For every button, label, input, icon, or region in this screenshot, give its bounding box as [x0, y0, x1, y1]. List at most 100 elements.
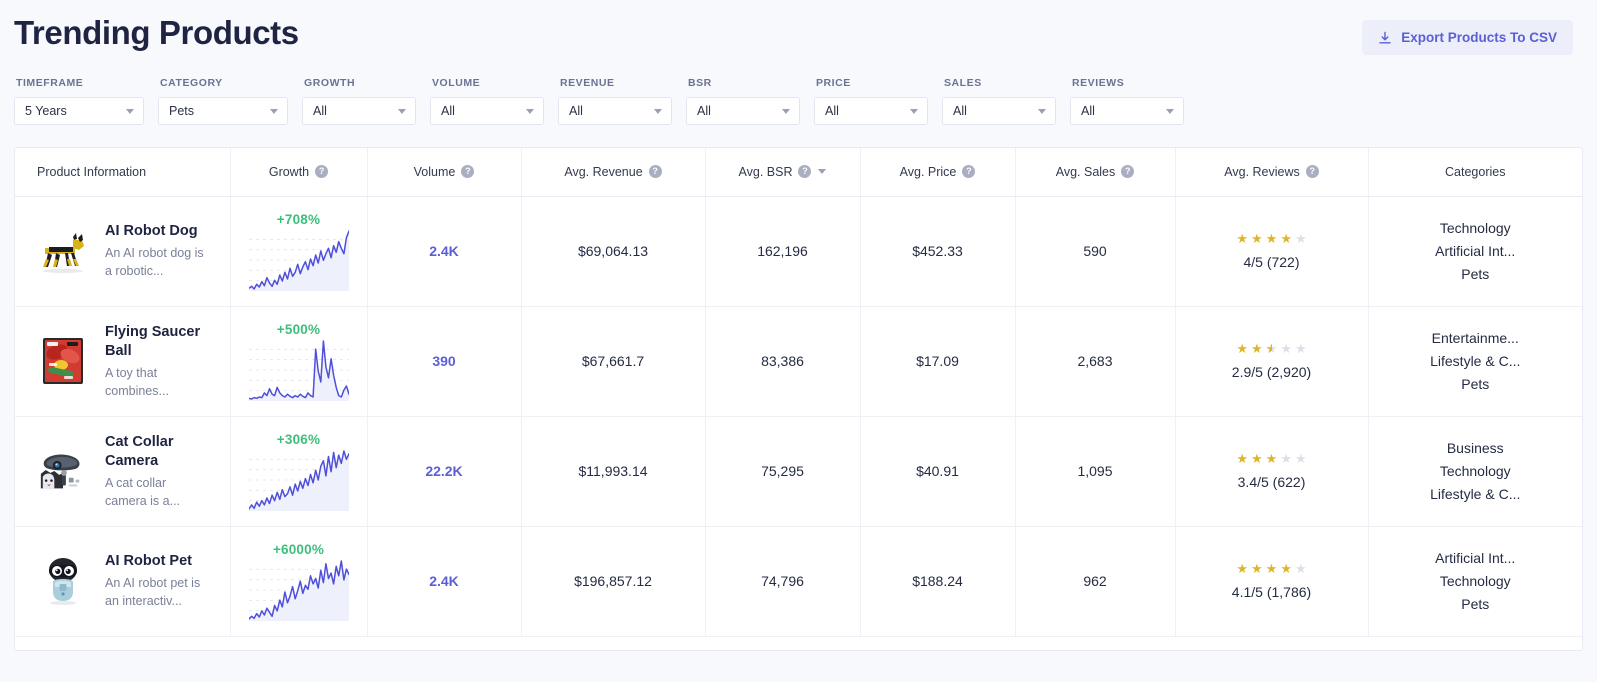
filter-select-timeframe[interactable]: 5 Years — [14, 97, 144, 125]
chevron-down-icon — [782, 109, 790, 114]
avg-reviews-cell: ★ ★ ★ ★ ★ 3.4/5 (622) — [1175, 416, 1369, 527]
filter-label: SALES — [944, 77, 982, 89]
filter-value: All — [569, 104, 583, 118]
product-description: A cat collar camera is a... — [105, 475, 181, 508]
avg-reviews-cell: ★★★★★2.9/5 (2,920) — [1175, 306, 1369, 417]
trending-products-page: Trending Products Export Products To CSV… — [0, 0, 1597, 682]
column-header-avg-revenue[interactable]: Avg. Revenue? — [521, 148, 706, 197]
volume-cell[interactable]: 2.4K — [367, 526, 522, 637]
product-information-cell[interactable]: Flying Saucer Ball A toy that combines... — [15, 306, 231, 417]
category-list: Artificial Int... Technology Pets — [1375, 550, 1577, 612]
filter-select-volume[interactable]: All — [430, 97, 544, 125]
page-header: Trending Products Export Products To CSV — [0, 0, 1597, 55]
table-row[interactable]: Flying Saucer Ball A toy that combines...… — [15, 306, 1582, 417]
star-icon: ★ — [1236, 561, 1249, 576]
growth-percentage: +708% — [276, 211, 321, 227]
avg-price-cell: $452.33 — [860, 196, 1016, 307]
product-description: An AI robot pet is an interactiv... — [105, 576, 201, 608]
filter-volume: VOLUME All — [430, 77, 544, 125]
avg-price-cell: $188.24 — [860, 526, 1016, 637]
star-icon: ★ — [1294, 561, 1307, 576]
table-row[interactable]: AI Robot Dog An AI robot dog is a robotic… — [15, 196, 1582, 307]
export-products-to-csv-button[interactable]: Export Products To CSV — [1362, 20, 1573, 55]
filter-select-sales[interactable]: All — [942, 97, 1056, 125]
help-icon[interactable]: ? — [798, 165, 812, 179]
column-header-categories[interactable]: Categories — [1368, 148, 1582, 197]
category-label: Pets — [1461, 266, 1490, 282]
help-icon[interactable]: ? — [1121, 165, 1135, 179]
chevron-down-icon — [1038, 109, 1046, 114]
star-icon: ★ — [1280, 451, 1292, 466]
table-row[interactable]: AI Robot Pet An AI robot pet is an intera… — [15, 526, 1582, 637]
filter-reviews: REVIEWS All — [1070, 77, 1184, 125]
star-icon: ★ — [1294, 341, 1307, 356]
help-icon[interactable]: ? — [648, 165, 662, 179]
avg-bsr-cell: 75,295 — [705, 416, 861, 527]
cat-collar-camera-thumbnail — [37, 445, 89, 497]
product-name[interactable]: Flying Saucer Ball — [105, 323, 224, 361]
column-header-volume[interactable]: Volume? — [367, 148, 522, 197]
star-icon: ★ — [1280, 561, 1292, 576]
avg-revenue-cell: $67,661.7 — [521, 306, 706, 417]
volume-cell[interactable]: 2.4K — [367, 196, 522, 307]
product-name[interactable]: Cat Collar Camera — [105, 433, 224, 471]
product-information-cell[interactable]: Cat Collar Camera A cat collar camera is … — [15, 416, 231, 527]
help-icon[interactable]: ? — [1305, 165, 1319, 179]
growth-cell: +500% — [230, 306, 368, 417]
filter-select-bsr[interactable]: All — [686, 97, 800, 125]
column-header-label: Volume — [413, 164, 456, 179]
column-header-avg-reviews[interactable]: Avg. Reviews? — [1175, 148, 1369, 197]
volume-cell[interactable]: 22.2K — [367, 416, 522, 527]
category-list: Technology Artificial Int... Pets — [1375, 220, 1577, 282]
download-icon — [1378, 31, 1392, 45]
avg-revenue-cell: $196,857.12 — [521, 526, 706, 637]
filter-label: REVIEWS — [1072, 77, 1125, 89]
column-header-avg-sales[interactable]: Avg. Sales? — [1015, 148, 1176, 197]
filter-bar: TIMEFRAME 5 Years CATEGORY Pets GROWTH All VOL… — [0, 55, 1597, 125]
column-header-growth[interactable]: Growth? — [230, 148, 368, 197]
chevron-down-icon — [1166, 109, 1174, 114]
product-name[interactable]: AI Robot Dog — [105, 222, 209, 241]
filter-value: All — [953, 104, 967, 118]
filter-select-revenue[interactable]: All — [558, 97, 672, 125]
help-icon[interactable]: ? — [461, 165, 475, 179]
growth-percentage: +306% — [276, 431, 321, 447]
column-header-label: Avg. BSR — [738, 164, 793, 179]
filter-select-growth[interactable]: All — [302, 97, 416, 125]
column-header-avg-bsr[interactable]: Avg. BSR? — [705, 148, 861, 197]
filter-select-price[interactable]: All — [814, 97, 928, 125]
chevron-down-icon — [654, 109, 662, 114]
product-information-cell[interactable]: AI Robot Dog An AI robot dog is a robotic… — [15, 196, 231, 307]
products-table: Product Information Growth? Volume? Avg. Re… — [15, 148, 1582, 637]
column-header-avg-price[interactable]: Avg. Price? — [860, 148, 1016, 197]
categories-cell: Business Technology Lifestyle & C... — [1368, 416, 1582, 527]
table-header: Product Information Growth? Volume? Avg. Re… — [15, 148, 1582, 197]
help-icon[interactable]: ? — [315, 165, 329, 179]
filter-value: All — [441, 104, 455, 118]
flying-saucer-ball-thumbnail — [37, 335, 89, 387]
product-information-cell[interactable]: AI Robot Pet An AI robot pet is an intera… — [15, 526, 231, 637]
sort-descending-icon[interactable] — [818, 169, 827, 175]
growth-cell: +6000% — [230, 526, 368, 637]
filter-select-reviews[interactable]: All — [1070, 97, 1184, 125]
page-title: Trending Products — [14, 14, 299, 51]
filter-value: All — [825, 104, 839, 118]
categories-cell: Technology Artificial Int... Pets — [1368, 196, 1582, 307]
table-body: AI Robot Dog An AI robot dog is a robotic… — [15, 196, 1582, 637]
volume-cell[interactable]: 390 — [367, 306, 522, 417]
product-description: A toy that combines... — [105, 365, 169, 398]
filter-timeframe: TIMEFRAME 5 Years — [14, 77, 144, 125]
star-rating: ★ ★ ★ ★ ★ — [1236, 562, 1306, 575]
column-header-product-information[interactable]: Product Information — [15, 148, 231, 197]
column-header-label: Growth — [268, 164, 310, 179]
product-name[interactable]: AI Robot Pet — [105, 552, 209, 571]
chevron-down-icon — [526, 109, 534, 114]
column-header-label: Avg. Sales — [1055, 164, 1116, 179]
filter-value: 5 Years — [25, 104, 67, 118]
help-icon[interactable]: ? — [962, 165, 976, 179]
category-label: Pets — [1461, 376, 1490, 392]
table-row[interactable]: Cat Collar Camera A cat collar camera is … — [15, 416, 1582, 527]
filter-select-category[interactable]: Pets — [158, 97, 288, 125]
avg-sales-cell: 962 — [1015, 526, 1176, 637]
filter-price: PRICE All — [814, 77, 928, 125]
